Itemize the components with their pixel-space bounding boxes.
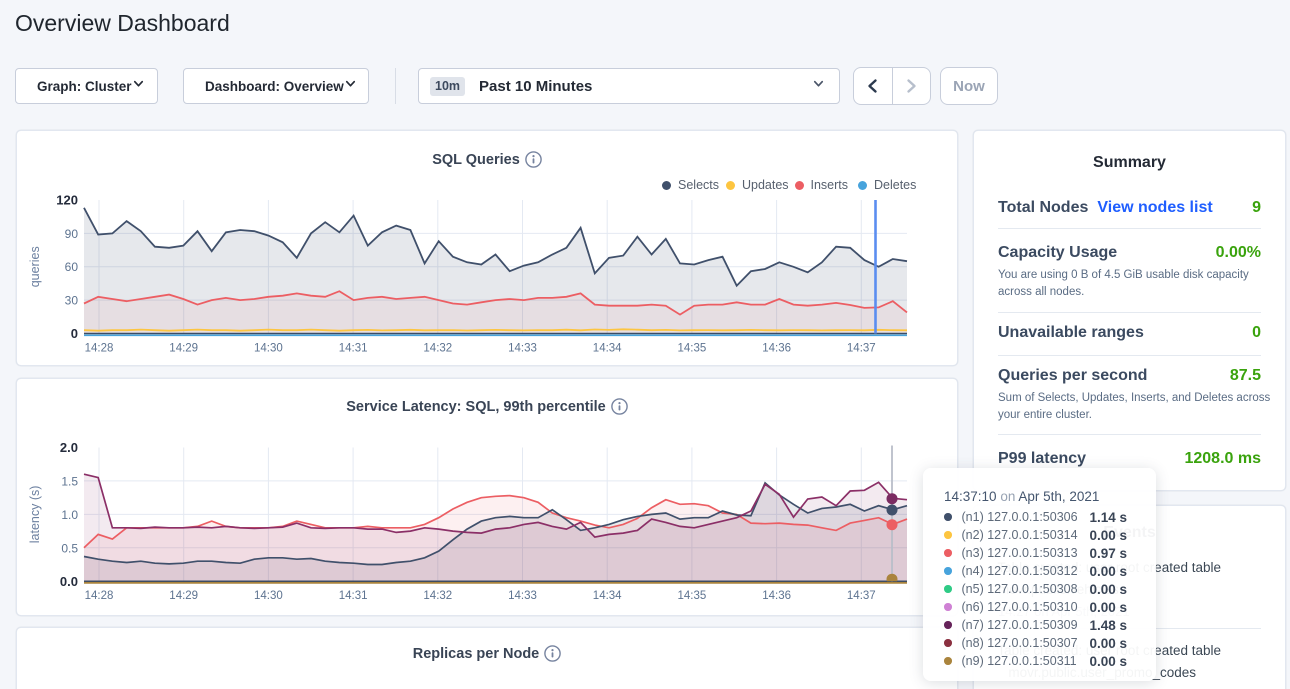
svg-text:latency (s): latency (s) <box>28 486 42 544</box>
svg-text:14:33: 14:33 <box>508 590 537 602</box>
svg-text:14:37: 14:37 <box>847 590 876 602</box>
svg-text:14:30: 14:30 <box>254 343 283 355</box>
svg-text:14:29: 14:29 <box>169 343 198 355</box>
svg-text:2.0: 2.0 <box>60 440 78 455</box>
svg-text:14:34: 14:34 <box>593 590 622 602</box>
svg-text:14:28: 14:28 <box>85 590 114 602</box>
svg-text:120: 120 <box>56 193 78 208</box>
svg-text:0: 0 <box>71 326 78 341</box>
svg-text:14:31: 14:31 <box>339 343 368 355</box>
svg-text:14:30: 14:30 <box>254 590 283 602</box>
svg-text:14:36: 14:36 <box>762 590 791 602</box>
svg-text:14:35: 14:35 <box>678 590 707 602</box>
svg-text:14:34: 14:34 <box>593 343 622 355</box>
svg-text:14:35: 14:35 <box>678 343 707 355</box>
svg-text:90: 90 <box>65 227 79 241</box>
svg-text:14:29: 14:29 <box>169 590 198 602</box>
svg-text:0.5: 0.5 <box>61 541 78 555</box>
svg-text:30: 30 <box>65 294 79 308</box>
svg-text:14:32: 14:32 <box>423 590 452 602</box>
svg-text:1.0: 1.0 <box>61 508 78 522</box>
svg-text:14:28: 14:28 <box>85 343 114 355</box>
svg-text:14:31: 14:31 <box>339 590 368 602</box>
svg-text:14:37: 14:37 <box>847 343 876 355</box>
svg-text:1.5: 1.5 <box>61 474 78 488</box>
svg-text:queries: queries <box>28 246 42 287</box>
svg-text:14:33: 14:33 <box>508 343 537 355</box>
svg-text:0.0: 0.0 <box>60 574 78 589</box>
svg-text:60: 60 <box>65 260 79 274</box>
svg-text:14:32: 14:32 <box>423 343 452 355</box>
svg-text:14:36: 14:36 <box>762 343 791 355</box>
